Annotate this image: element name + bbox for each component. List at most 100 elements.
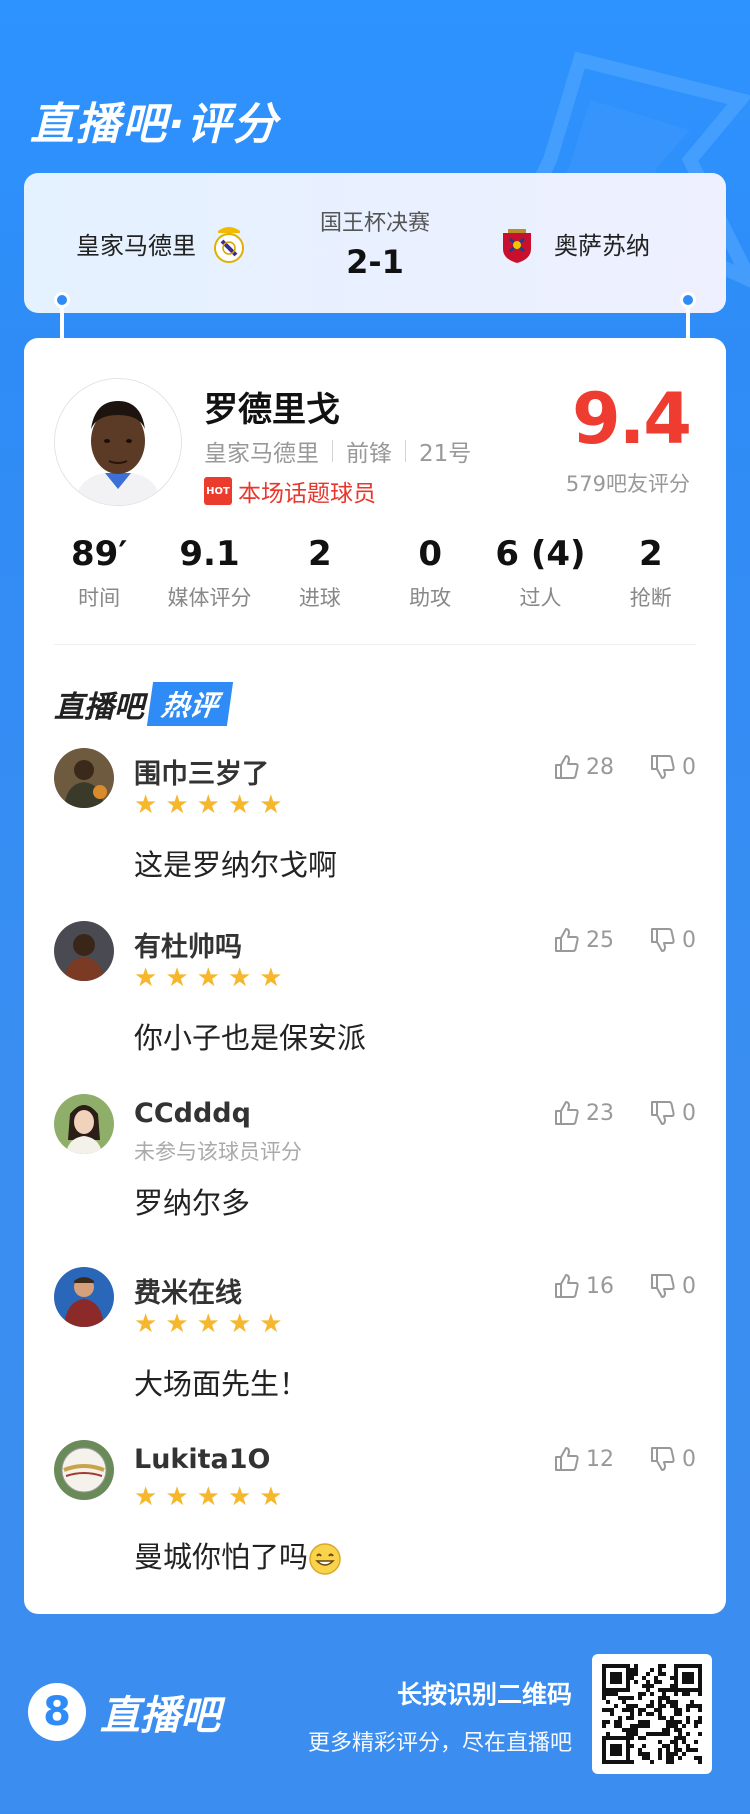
dislike-count: 0 xyxy=(682,927,696,953)
dislike-button[interactable]: 0 xyxy=(650,1100,696,1126)
stat-assists: 0 助攻 xyxy=(375,534,485,612)
player-stats: 89′ 时间 9.1 媒体评分 2 进球 0 助攻 6 (4) 过人 2 抢断 xyxy=(24,534,726,612)
like-count: 25 xyxy=(586,927,614,953)
dislike-button[interactable]: 0 xyxy=(650,1446,696,1472)
player-avatar xyxy=(54,378,182,506)
like-count: 16 xyxy=(586,1273,614,1299)
like-count: 12 xyxy=(586,1446,614,1472)
like-button[interactable]: 16 xyxy=(554,1273,614,1299)
star-icon: ★ xyxy=(196,1309,220,1339)
dislike-button[interactable]: 0 xyxy=(650,1273,696,1299)
away-team-name: 奥萨苏纳 xyxy=(554,231,650,260)
brand-title: 直播吧·评分 xyxy=(30,99,279,150)
dislike-button[interactable]: 0 xyxy=(650,754,696,780)
star-icon: ★ xyxy=(259,963,283,993)
comment-list: 围巾三岁了 ★ ★ ★ ★ ★ 这是罗纳尔戈啊 28 0 有杜帅吗 ★ ★ ★ ★ ★ 你 xyxy=(24,746,726,1611)
thumbs-down-icon xyxy=(651,1101,675,1125)
comment-item: Lukita1O ★ ★ ★ ★ ★ 曼城你怕了吗 12 0 xyxy=(24,1438,726,1611)
stat-value: 0 xyxy=(418,534,442,574)
stat-label: 助攻 xyxy=(409,586,452,610)
star-icon: ★ xyxy=(196,1482,220,1512)
fan-rating-count: 579吧友评分 xyxy=(565,472,690,496)
section-title-brand: 直播吧 xyxy=(54,690,144,725)
comment-item: 有杜帅吗 ★ ★ ★ ★ ★ 你小子也是保安派 25 0 xyxy=(24,919,726,1092)
thumbs-down-icon xyxy=(651,755,675,779)
hot-badge-icon: HOT xyxy=(204,477,232,505)
comment-username[interactable]: 费米在线 xyxy=(134,1271,242,1310)
like-button[interactable]: 25 xyxy=(554,927,614,953)
comment-username[interactable]: Lukita1O xyxy=(134,1444,271,1475)
stat-value: 9.1 xyxy=(179,534,240,574)
comment-text: 这是罗纳尔戈啊 xyxy=(134,848,338,882)
comment-username[interactable]: 有杜帅吗 xyxy=(134,925,242,964)
match-card: 皇家马德里 国王杯决赛 2-1 奥萨苏纳 xyxy=(24,173,726,313)
star-icon: ★ xyxy=(134,963,158,993)
dislike-count: 0 xyxy=(682,1100,696,1126)
dislike-count: 0 xyxy=(682,1446,696,1472)
user-avatar[interactable] xyxy=(54,1094,114,1154)
logo-mark-icon: 8 xyxy=(28,1683,86,1741)
user-avatar[interactable] xyxy=(54,748,114,808)
stat-label: 过人 xyxy=(519,586,562,610)
comment-text: 大场面先生！ xyxy=(134,1367,309,1401)
footer-slogan: 长按识别二维码 更多精彩评分，尽在直播吧 xyxy=(308,1675,572,1757)
stat-value: 2 xyxy=(638,534,663,574)
comment-text-row: 曼城你怕了吗 xyxy=(134,1534,342,1576)
star-icon: ★ xyxy=(196,963,220,993)
slogan-secondary: 更多精彩评分，尽在直播吧 xyxy=(307,1731,572,1756)
stat-dribbles: 6 (4) 过人 xyxy=(485,534,595,612)
hot-comments-title: 直播吧 热评 xyxy=(54,682,234,726)
stat-minutes: 89′ 时间 xyxy=(44,534,154,612)
thumbs-up-icon xyxy=(555,1101,579,1125)
star-rating: ★ ★ ★ ★ ★ xyxy=(134,1311,291,1337)
star-icon: ★ xyxy=(134,1482,158,1512)
like-count: 28 xyxy=(586,754,614,780)
player-position: 前锋 xyxy=(346,441,392,467)
comment-text: 你小子也是保安派 xyxy=(134,1021,367,1055)
star-icon: ★ xyxy=(227,1482,252,1512)
thumbs-down-icon xyxy=(651,928,675,952)
player-team: 皇家马德里 xyxy=(204,441,319,467)
stat-goals: 2 进球 xyxy=(265,534,375,612)
star-icon: ★ xyxy=(196,790,220,820)
stat-media-rating: 9.1 媒体评分 xyxy=(154,534,264,612)
stat-value: 2 xyxy=(307,534,332,574)
away-team: 奥萨苏纳 xyxy=(498,221,650,265)
meta-separator xyxy=(332,440,333,462)
star-icon: ★ xyxy=(259,1482,283,1512)
user-avatar[interactable] xyxy=(54,1440,114,1500)
dislike-button[interactable]: 0 xyxy=(650,927,696,953)
thumbs-up-icon xyxy=(555,928,579,952)
logo-text: 直播吧 xyxy=(100,1693,220,1739)
comment-item: 围巾三岁了 ★ ★ ★ ★ ★ 这是罗纳尔戈啊 28 0 xyxy=(24,746,726,919)
like-button[interactable]: 28 xyxy=(554,754,614,780)
comment-item: CCdddq 未参与该球员评分 罗纳尔多 23 0 xyxy=(24,1092,726,1265)
osasuna-crest-icon xyxy=(503,229,531,263)
comment-username[interactable]: 围巾三岁了 xyxy=(134,752,269,791)
thumbs-up-icon xyxy=(555,755,579,779)
section-title-tag: 热评 xyxy=(146,682,234,726)
user-avatar[interactable] xyxy=(54,921,114,981)
star-icon: ★ xyxy=(227,963,252,993)
like-button[interactable]: 23 xyxy=(554,1100,614,1126)
star-icon: ★ xyxy=(134,1309,158,1339)
comment-item: 费米在线 ★ ★ ★ ★ ★ 大场面先生！ 16 0 xyxy=(24,1265,726,1438)
star-rating: ★ ★ ★ ★ ★ xyxy=(134,1484,291,1510)
like-button[interactable]: 12 xyxy=(554,1446,614,1472)
comment-username[interactable]: CCdddq xyxy=(134,1098,251,1129)
user-avatar[interactable] xyxy=(54,1267,114,1327)
stat-label: 时间 xyxy=(78,586,121,610)
thumbs-down-icon xyxy=(651,1447,675,1471)
divider xyxy=(54,644,696,645)
hot-topic-label: 本场话题球员 xyxy=(238,481,376,507)
not-rated-note: 未参与该球员评分 xyxy=(134,1140,302,1164)
player-rating-card: 罗德里戈 皇家马德里 前锋 21号 HOT 本场话题球员 9.4 579吧友评分… xyxy=(24,338,726,1614)
player-number: 21号 xyxy=(419,441,472,467)
star-rating: ★ ★ ★ ★ ★ xyxy=(134,792,291,818)
stat-label: 媒体评分 xyxy=(167,586,252,610)
star-icon: ★ xyxy=(227,790,252,820)
stat-label: 进球 xyxy=(298,586,341,610)
thumbs-up-icon xyxy=(555,1274,579,1298)
qr-code[interactable] xyxy=(592,1654,712,1774)
hot-topic-row: HOT 本场话题球员 xyxy=(204,474,376,508)
